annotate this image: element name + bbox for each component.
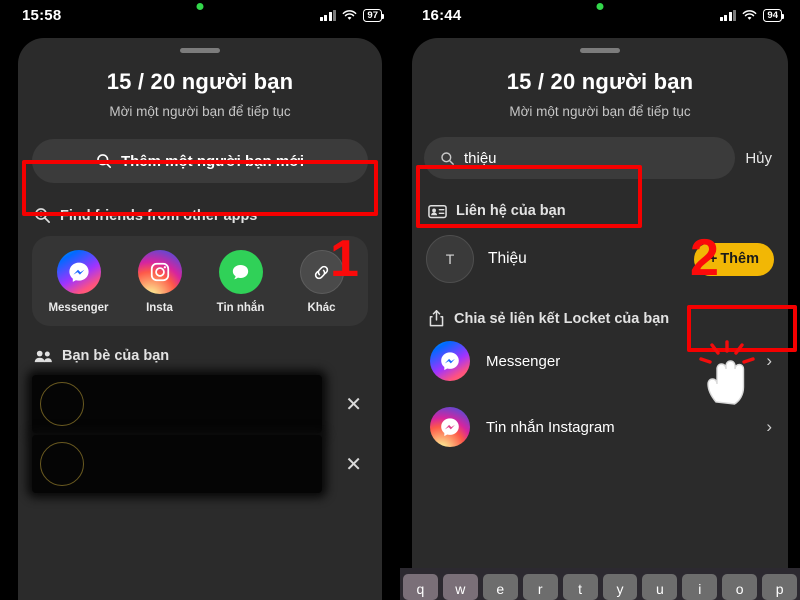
battery-indicator: 97: [363, 8, 384, 22]
search-plus-icon: [34, 207, 51, 224]
contacts-section-header: Liên hệ của bạn: [412, 203, 788, 219]
find-friends-section-header: Find friends from other apps: [18, 207, 382, 224]
your-friends-label: Bạn bè của bạn: [62, 348, 170, 364]
search-icon: [96, 153, 112, 169]
annotation-number-2: 2: [690, 229, 719, 287]
messenger-icon: [430, 341, 470, 381]
recording-dot: [196, 3, 204, 10]
key-q[interactable]: q: [403, 574, 438, 600]
key-y[interactable]: y: [602, 574, 638, 600]
key-i[interactable]: i: [682, 574, 718, 600]
battery-indicator: 94: [763, 8, 784, 22]
contact-card-icon: [428, 204, 447, 219]
key-t[interactable]: t: [562, 574, 598, 600]
wifi-icon: [742, 9, 757, 21]
page-subtitle: Mời một người bạn để tiếp tục: [109, 104, 291, 119]
chevron-right-icon: ›: [766, 417, 772, 436]
search-icon: [440, 151, 455, 166]
status-time: 15:58: [22, 6, 62, 24]
tap-hand-cursor: [696, 340, 758, 419]
on-screen-keyboard: q w e r t y u i o p: [400, 568, 800, 600]
instagram-icon: [137, 250, 182, 294]
contacts-section-label: Liên hệ của bạn: [456, 203, 566, 219]
app-shortcut-instagram[interactable]: Insta: [123, 250, 197, 314]
avatar: [40, 442, 84, 486]
friend-row[interactable]: ✕: [18, 434, 382, 494]
search-input[interactable]: thiệu: [424, 137, 736, 179]
phone-screenshot-right: 16:44 94 15 / 20 người bạn Mời một người…: [400, 0, 800, 600]
avatar: [40, 382, 84, 426]
key-o[interactable]: o: [722, 574, 758, 600]
share-row-label: Messenger: [486, 352, 561, 370]
add-friends-sheet-right: 15 / 20 người bạn Mời một người bạn để t…: [412, 38, 788, 600]
wifi-icon: [342, 9, 357, 21]
search-row: thiệu Hủy: [424, 137, 776, 179]
cancel-button[interactable]: Hủy: [745, 150, 776, 167]
status-time: 16:44: [422, 6, 462, 24]
imessage-icon: [218, 250, 263, 294]
cellular-signal-icon: [719, 9, 737, 21]
key-w[interactable]: w: [442, 574, 478, 600]
contact-row[interactable]: T Thiệu + Thêm: [412, 219, 788, 283]
contact-name: Thiệu: [488, 250, 527, 267]
app-shortcut-label: Khác: [307, 302, 336, 314]
people-icon: [34, 349, 53, 364]
add-contact-label: Thêm: [720, 251, 759, 267]
chevron-right-icon: ›: [766, 351, 772, 370]
share-section-header: Chia sẻ liên kết Locket của bạn: [412, 309, 788, 328]
friend-row[interactable]: ✕: [18, 374, 382, 434]
app-shortcut-label: Messenger: [48, 302, 109, 314]
status-bar-left: 15:58 97: [0, 0, 400, 30]
messenger-icon: [56, 250, 101, 294]
status-indicators: 97: [319, 8, 384, 22]
page-title: 15 / 20 người bạn: [106, 69, 294, 94]
cellular-signal-icon: [319, 9, 337, 21]
screenshot-stage: 15:58 97 15 / 20 người bạn Mời một người…: [0, 0, 800, 600]
status-indicators: 94: [719, 8, 784, 22]
sheet-grabber[interactable]: [580, 48, 620, 53]
add-new-friend-label: Thêm một người bạn mới: [120, 152, 305, 170]
annotation-number-1: 1: [330, 230, 359, 288]
share-icon: [428, 309, 445, 328]
sheet-grabber[interactable]: [180, 48, 220, 53]
app-shortcuts-card: Messenger Insta Tin nhắn Khác: [32, 236, 368, 326]
instagram-messenger-icon: [430, 407, 470, 447]
key-u[interactable]: u: [642, 574, 678, 600]
app-shortcut-messages[interactable]: Tin nhắn: [204, 250, 278, 314]
app-shortcut-label: Tin nhắn: [216, 302, 265, 314]
add-friends-sheet-left: 15 / 20 người bạn Mời một người bạn để t…: [18, 38, 382, 600]
page-subtitle: Mời một người bạn để tiếp tục: [509, 104, 691, 119]
friends-list: ✕ ✕: [18, 374, 382, 494]
avatar: T: [426, 235, 474, 283]
phone-screenshot-left: 15:58 97 15 / 20 người bạn Mời một người…: [0, 0, 400, 600]
close-icon[interactable]: ✕: [345, 392, 368, 417]
app-shortcut-label: Insta: [146, 302, 173, 314]
page-title: 15 / 20 người bạn: [506, 69, 694, 94]
key-p[interactable]: p: [762, 574, 798, 600]
share-row-label: Tin nhắn Instagram: [486, 418, 615, 436]
recording-dot: [596, 3, 604, 10]
add-new-friend-button[interactable]: Thêm một người bạn mới: [32, 139, 368, 183]
find-friends-label: Find friends from other apps: [60, 207, 258, 224]
close-icon[interactable]: ✕: [345, 452, 368, 477]
search-input-value: thiệu: [464, 149, 497, 167]
share-section-label: Chia sẻ liên kết Locket của bạn: [454, 310, 670, 327]
app-shortcut-messenger[interactable]: Messenger: [42, 250, 116, 314]
status-bar-right: 16:44 94: [400, 0, 800, 30]
key-e[interactable]: e: [482, 574, 518, 600]
your-friends-section-header: Bạn bè của bạn: [18, 348, 382, 364]
key-r[interactable]: r: [522, 574, 558, 600]
